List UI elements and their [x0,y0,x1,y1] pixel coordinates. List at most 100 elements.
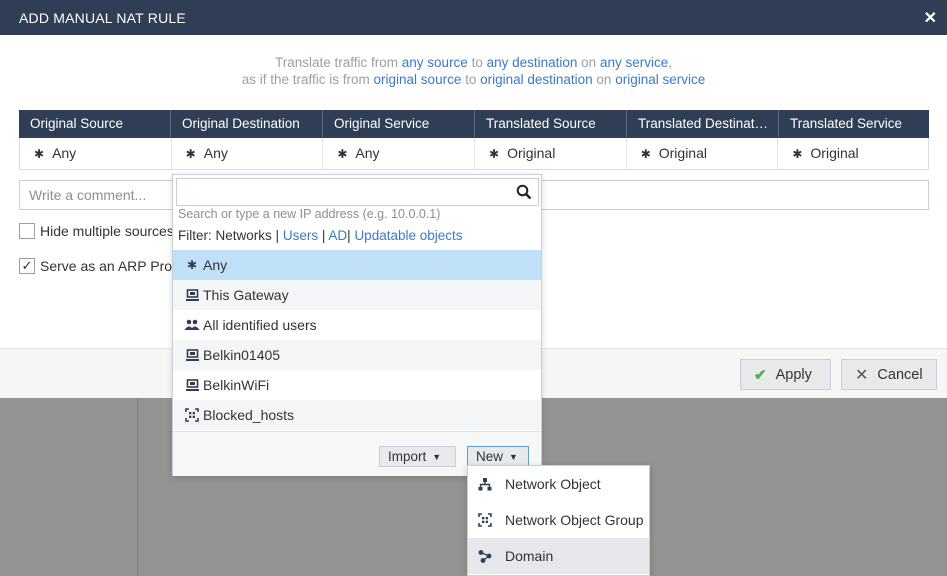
picker-list: ✱ Any This Gateway All identified users … [173,250,541,430]
filter-label: Filter: [178,228,212,243]
close-icon: ✕ [855,366,869,384]
arp-proxy-checkbox[interactable]: ✓ Serve as an ARP Proxy [19,258,186,274]
gateway-icon [184,378,200,392]
asterisk-icon: ✱ [34,147,45,161]
desc-text: on [592,72,616,87]
original-source-link[interactable]: original source [374,72,462,87]
asterisk-icon: ✱ [337,147,348,161]
any-service-link[interactable]: any service [600,55,668,70]
filter-users[interactable]: Users [283,228,318,243]
item-label: Any [203,257,228,273]
desc-text: on [577,55,600,70]
import-label: Import [388,449,427,464]
new-label: New [476,449,504,464]
list-item[interactable]: ✱ Any [173,250,541,280]
list-item[interactable]: This Gateway [173,280,541,310]
menu-item-label: Network Object [505,476,601,492]
apply-button[interactable]: ✔ Apply [740,359,831,390]
desc-text: to [467,55,487,70]
cell-value: Original [810,145,859,161]
menu-item-label: Domain [505,548,554,564]
description-line-2: as if the traffic is from original sourc… [0,72,947,87]
desc-text: Translate traffic from [274,55,402,70]
filter-updatable-objects[interactable]: Updatable objects [354,228,462,243]
menu-item-network-object[interactable]: Network Object [468,466,649,502]
filter-separator: | [347,228,351,243]
desc-text: to [461,72,481,87]
hide-multiple-sources-checkbox[interactable]: Hide multiple sources [19,223,174,239]
nat-rule-grid: Original Source Original Destination Ori… [19,110,929,170]
users-icon [184,318,200,332]
cell-value: Any [203,145,228,161]
domain-icon [477,548,493,564]
cell-value: Any [355,145,380,161]
filter-ad[interactable]: AD [328,228,347,243]
network-object-icon [477,476,493,492]
cell-translated-destination[interactable]: ✱ Original [627,138,779,169]
item-label: All identified users [203,317,317,333]
asterisk-icon: ✱ [792,147,803,161]
object-picker-dropdown: Search or type a new IP address (e.g. 10… [172,174,542,476]
import-button[interactable]: Import ▼ [379,446,456,467]
close-icon[interactable]: ✕ [924,8,937,28]
checkbox-box[interactable] [19,223,35,239]
gateway-icon [184,348,200,362]
description-line-1: Translate traffic from any source to any… [0,55,947,70]
item-label: This Gateway [203,287,289,303]
menu-item-label: Network Object Group [505,512,644,528]
original-destination-link[interactable]: original destination [480,72,593,87]
cell-value: Original [507,145,556,161]
header-original-destination: Original Destination [171,110,323,138]
new-button[interactable]: New ▼ [467,446,529,467]
cell-value: Original [658,145,707,161]
filter-networks[interactable]: Networks [216,228,272,243]
list-item[interactable]: BelkinWiFi [173,370,541,400]
checkbox-label: Serve as an ARP Proxy [40,258,187,274]
menu-item-domain[interactable]: Domain [468,538,649,574]
cell-translated-service[interactable]: ✱ Original [778,138,928,169]
cell-original-destination[interactable]: ✱ Any [172,138,324,169]
original-service-link[interactable]: original service [615,72,705,87]
cell-original-service[interactable]: ✱ Any [323,138,476,169]
desc-text: as if the traffic is from [241,72,374,87]
header-translated-service: Translated Service [790,116,903,131]
filter-separator: | [321,228,326,243]
header-original-service: Original Service [323,110,475,138]
checkmark-icon[interactable]: ✓ [19,258,35,274]
header-translated-source: Translated Source [475,110,627,138]
cancel-label: Cancel [877,366,923,383]
filter-bar: Filter: Networks | Users | AD| Updatable… [178,228,463,243]
network-group-icon [184,408,200,422]
picker-search-input[interactable] [176,178,539,206]
network-group-icon [477,512,493,528]
grid-row: ✱ Any ✱ Any ✱ Any ✱ Original ✱ Original ✱ Orig… [19,138,929,170]
check-icon: ✔ [754,366,767,384]
asterisk-icon: ✱ [640,147,651,161]
header-original-source: Original Source [19,110,171,138]
any-destination-link[interactable]: any destination [487,55,578,70]
item-label: BelkinWiFi [203,377,270,393]
cell-value: Any [52,145,77,161]
caret-down-icon: ▼ [432,451,442,462]
item-label: Belkin01405 [203,347,281,363]
asterisk-icon: ✱ [186,258,198,272]
search-icon[interactable] [516,184,532,200]
list-item[interactable]: Blocked_hosts [173,400,541,430]
checkbox-label: Hide multiple sources [40,223,174,239]
filter-separator: | [275,228,280,243]
cell-translated-source[interactable]: ✱ Original [475,138,627,169]
item-label: Blocked_hosts [203,407,295,423]
asterisk-icon: ✱ [185,147,196,161]
search-hint: Search or type a new IP address (e.g. 10… [178,207,441,221]
list-item[interactable]: Belkin01405 [173,340,541,370]
menu-item-network-object-group[interactable]: Network Object Group [468,502,649,538]
cancel-button[interactable]: ✕ Cancel [841,359,937,390]
any-source-link[interactable]: any source [402,55,468,70]
new-object-menu: Network Object Network Object Group Doma… [467,465,650,576]
header-translated-destination: Translated Destinat… [627,110,779,138]
dialog-title: ADD MANUAL NAT RULE [0,0,947,35]
asterisk-icon: ✱ [489,147,500,161]
caret-down-icon: ▼ [509,451,518,462]
list-item[interactable]: All identified users [173,310,541,340]
cell-original-source[interactable]: ✱ Any [20,138,172,169]
